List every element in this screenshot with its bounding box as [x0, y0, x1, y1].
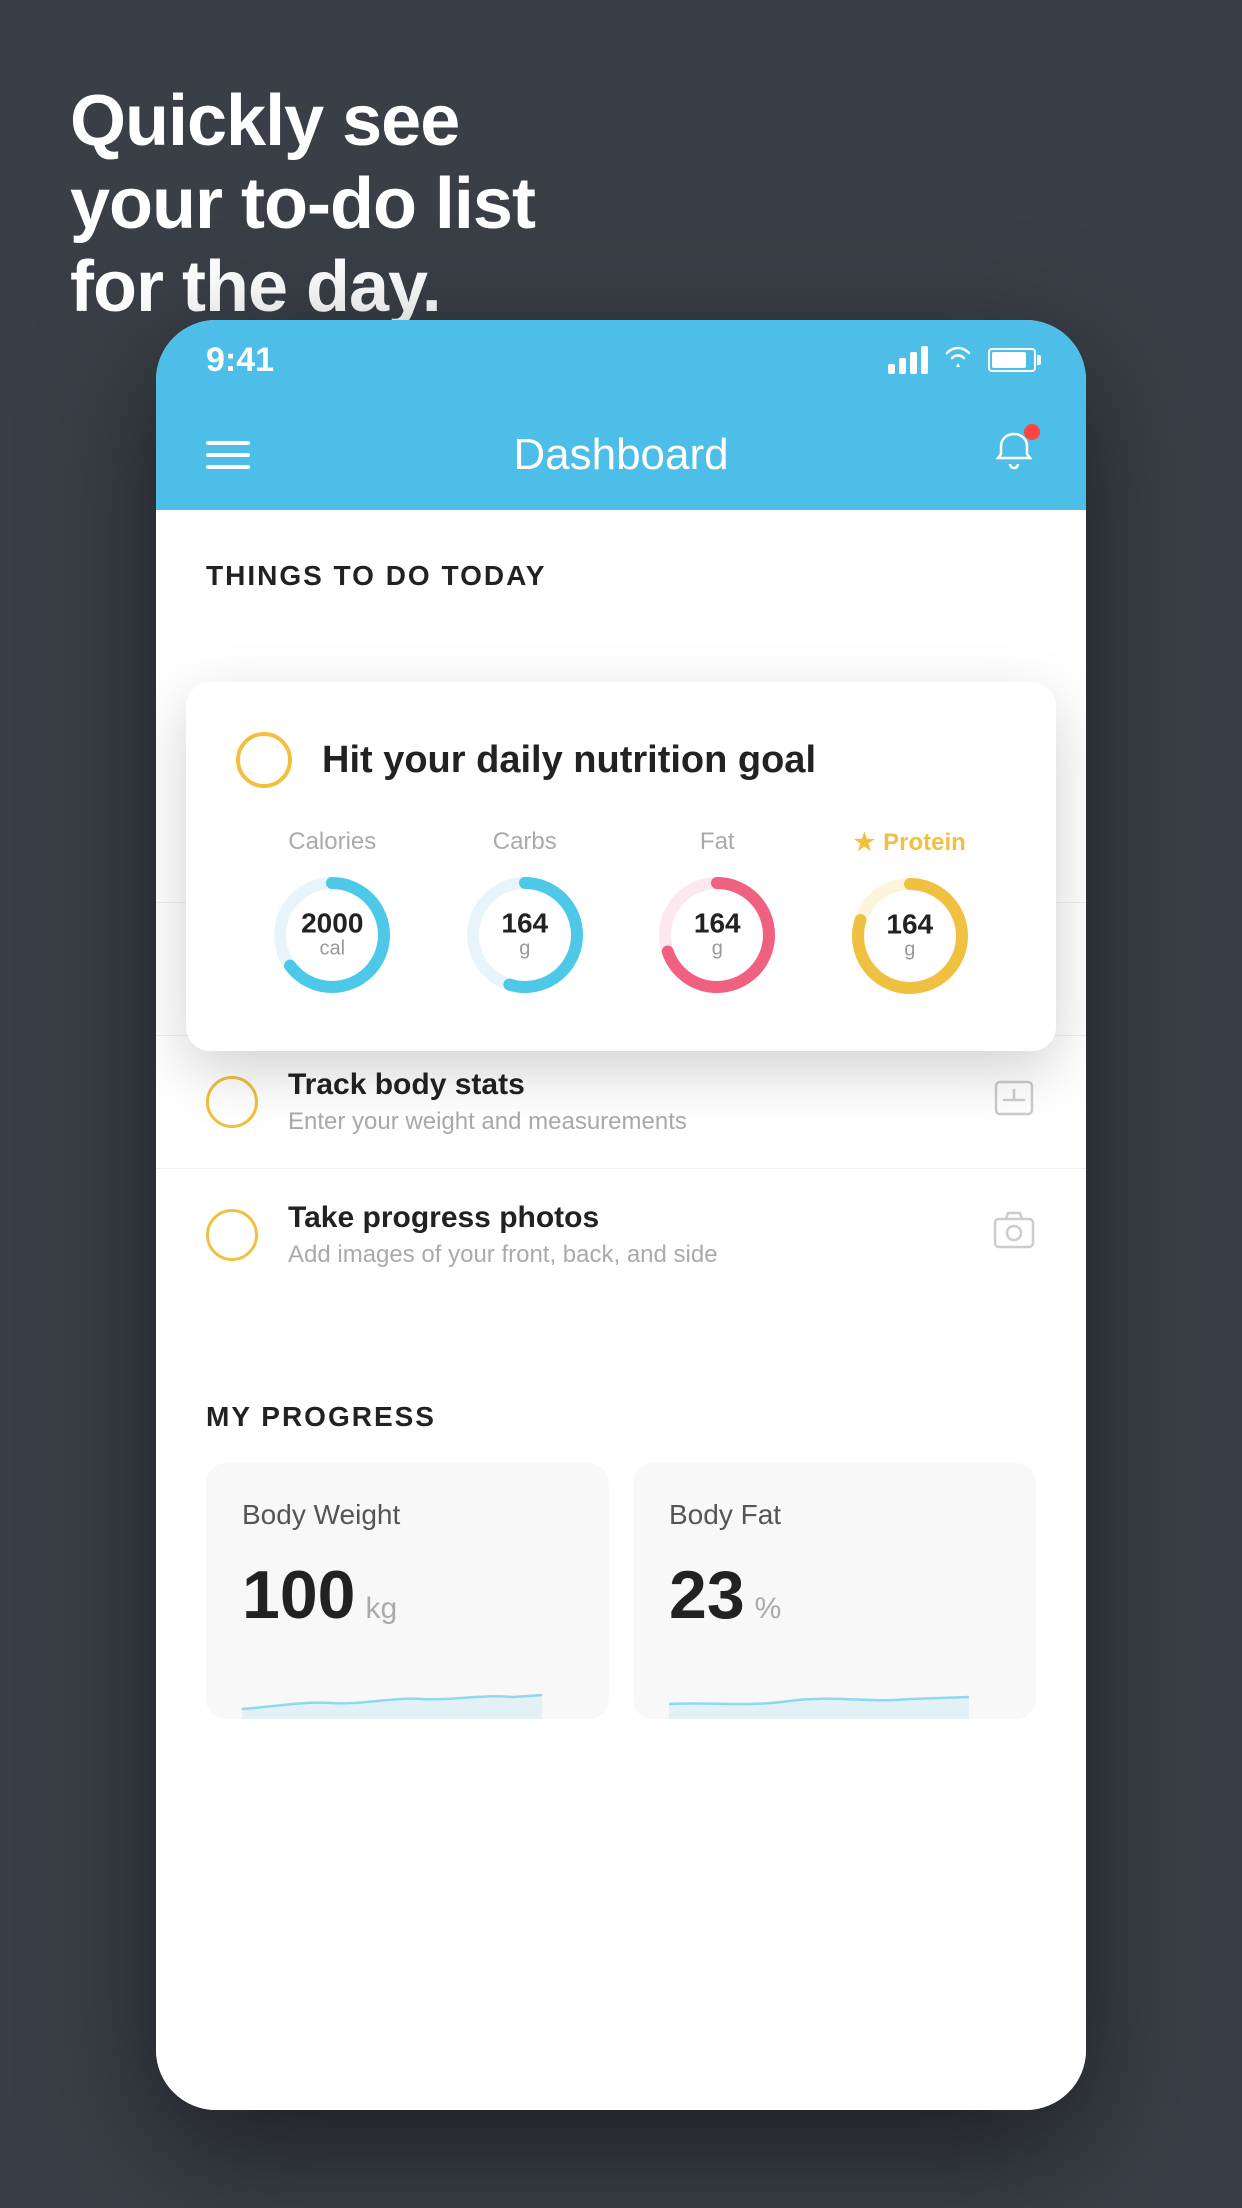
todo-item-photos[interactable]: Take progress photos Add images of your … [156, 1168, 1086, 1301]
check-circle[interactable] [236, 732, 292, 788]
app-content: THINGS TO DO TODAY Hit your daily nutrit… [156, 510, 1086, 2110]
body-weight-chart [242, 1659, 573, 1719]
progress-cards: Body Weight 100 kg Body Fat [206, 1463, 1036, 1719]
phone-mockup: 9:41 Da [156, 320, 1086, 2110]
signal-icon [888, 346, 928, 374]
body-fat-card[interactable]: Body Fat 23 % [633, 1463, 1036, 1719]
wifi-icon [942, 344, 974, 376]
protein-label: ★ Protein [854, 828, 966, 857]
nutrition-fat: Fat 164 g [652, 828, 782, 1000]
nutrition-protein: ★ Protein 164 g [845, 828, 975, 1001]
app-header: Dashboard [156, 400, 1086, 510]
todo-subtitle-photos: Add images of your front, back, and side [288, 1241, 962, 1269]
progress-title: MY PROGRESS [206, 1401, 1036, 1433]
protein-donut: 164 g [845, 871, 975, 1001]
menu-button[interactable] [206, 441, 250, 469]
carbs-donut: 164 g [460, 870, 590, 1000]
nutrition-card-title: Hit your daily nutrition goal [322, 739, 816, 782]
battery-icon [988, 348, 1036, 372]
body-weight-value-row: 100 kg [242, 1561, 573, 1629]
status-bar: 9:41 [156, 320, 1086, 400]
scale-icon [992, 1078, 1036, 1127]
fat-label: Fat [700, 828, 735, 856]
todo-text-bodystats: Track body stats Enter your weight and m… [288, 1068, 962, 1136]
calories-donut: 2000 cal [267, 870, 397, 1000]
todo-circle-photos [206, 1209, 258, 1261]
body-fat-chart [669, 1659, 1000, 1719]
body-fat-unit: % [755, 1592, 782, 1626]
todo-item-bodystats[interactable]: Track body stats Enter your weight and m… [156, 1035, 1086, 1168]
progress-section: MY PROGRESS Body Weight 100 kg [156, 1351, 1086, 1719]
fat-donut: 164 g [652, 870, 782, 1000]
calories-label: Calories [288, 828, 376, 856]
body-weight-card[interactable]: Body Weight 100 kg [206, 1463, 609, 1719]
notifications-button[interactable] [992, 428, 1036, 483]
todo-title-photos: Take progress photos [288, 1201, 962, 1235]
hero-line1: Quickly see [70, 80, 535, 163]
body-fat-value-row: 23 % [669, 1561, 1000, 1629]
body-fat-value: 23 [669, 1561, 745, 1629]
todo-title-bodystats: Track body stats [288, 1068, 962, 1102]
nutrition-carbs: Carbs 164 g [460, 828, 590, 1000]
body-weight-title: Body Weight [242, 1499, 573, 1531]
carbs-label: Carbs [493, 828, 557, 856]
body-fat-title: Body Fat [669, 1499, 1000, 1531]
things-header: THINGS TO DO TODAY [156, 510, 1086, 622]
notification-badge [1024, 424, 1040, 440]
hero-text: Quickly see your to-do list for the day. [70, 80, 535, 328]
nutrition-circles: Calories 2000 cal [236, 828, 1006, 1001]
body-weight-value: 100 [242, 1561, 355, 1629]
nutrition-card: Hit your daily nutrition goal Calories 2 [186, 682, 1056, 1051]
nutrition-calories: Calories 2000 cal [267, 828, 397, 1000]
body-weight-unit: kg [365, 1592, 397, 1626]
status-icons [888, 344, 1036, 376]
header-title: Dashboard [513, 430, 728, 480]
status-time: 9:41 [206, 341, 274, 380]
todo-circle-bodystats [206, 1076, 258, 1128]
star-icon: ★ [854, 828, 876, 857]
todo-text-photos: Take progress photos Add images of your … [288, 1201, 962, 1269]
photo-icon [992, 1211, 1036, 1260]
hero-line2: your to-do list [70, 163, 535, 246]
hero-line3: for the day. [70, 246, 535, 329]
todo-subtitle-bodystats: Enter your weight and measurements [288, 1108, 962, 1136]
